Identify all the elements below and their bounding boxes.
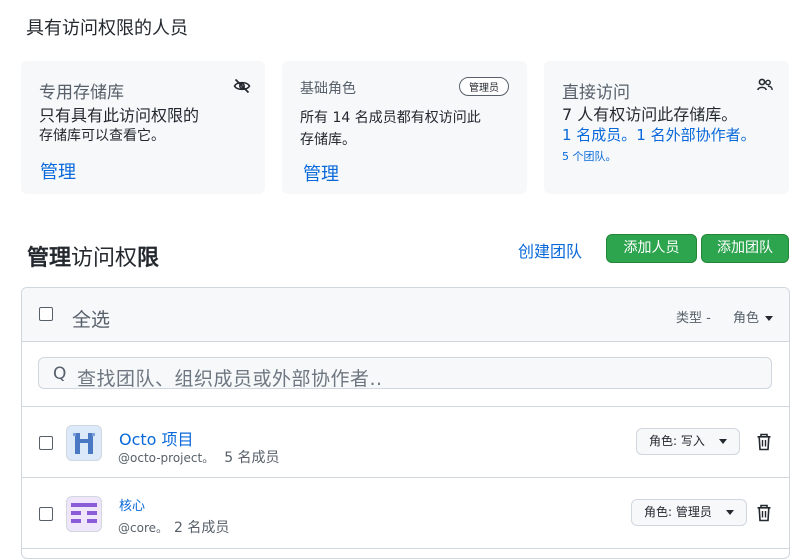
search-input[interactable]: Q 查找团队、组织成员或外部协作者..	[38, 357, 772, 390]
chevron-down-icon	[718, 439, 727, 444]
role-badge: 管理员	[459, 77, 509, 96]
card-title-base-role: 基础角色	[300, 81, 356, 97]
direct-members-link[interactable]: 1 名成员。1 名外部协作者。	[562, 125, 756, 146]
row-checkbox[interactable]	[39, 436, 53, 450]
row-checkbox[interactable]	[39, 507, 53, 521]
table-row: Octo 项目 @octo-project。 5 名成员 角色: 写入	[22, 407, 789, 478]
core-avatar	[66, 496, 102, 532]
private-desc-line1: 只有具有此访问权限的	[39, 106, 200, 125]
trash-icon[interactable]	[756, 504, 772, 522]
role-select-button[interactable]: 角色: 管理员	[631, 499, 747, 526]
add-people-button[interactable]: 添加人员	[606, 234, 697, 263]
team-handle: @core。 2 名成员	[118, 520, 230, 536]
chevron-down-icon	[725, 510, 734, 515]
team-handle: @octo-project。 5 名成员	[118, 450, 280, 466]
manage-private-link[interactable]: 管理	[40, 158, 76, 184]
trash-icon[interactable]	[756, 433, 772, 451]
team-name-link[interactable]: 核心	[119, 495, 145, 514]
select-all-checkbox[interactable]	[39, 307, 53, 321]
octo-avatar	[66, 425, 102, 461]
chevron-down-icon	[765, 316, 774, 321]
card-title-direct: 直接访问	[562, 83, 630, 103]
eye-slash-icon	[233, 78, 251, 94]
card-title-private: 专用存储库	[39, 83, 124, 103]
table-row: 核心 @core。 2 名成员 角色: 管理员	[22, 478, 789, 549]
direct-access-card: 直接访问 7 人有权访问此存储库。 1 名成员。1 名外部协作者。 5 个团队。	[544, 61, 789, 194]
type-filter[interactable]: 类型 -	[676, 307, 711, 326]
direct-teams-link[interactable]: 5 个团队。	[562, 146, 756, 167]
direct-desc-line1: 7 人有权访问此存储库。	[562, 105, 738, 124]
private-desc-line2: 存储库可以查看它。	[39, 128, 165, 144]
manage-base-role-link[interactable]: 管理	[303, 160, 339, 186]
people-icon	[757, 78, 773, 91]
search-placeholder: 查找团队、组织成员或外部协作者..	[77, 368, 383, 390]
search-icon: Q	[53, 364, 67, 384]
search-row: Q 查找团队、组织成员或外部协作者..	[22, 342, 789, 407]
role-filter[interactable]: 角色	[733, 307, 774, 326]
access-list: 全选 类型 - 角色 Q 查找团队、组织成员或外部协作者.. Octo 项目 @…	[21, 287, 790, 559]
list-header: 全选 类型 - 角色	[22, 288, 789, 342]
manage-access-title: 管理访问权限	[27, 246, 160, 271]
private-repo-card: 专用存储库 只有具有此访问权限的 存储库可以查看它。 管理	[21, 61, 265, 194]
base-role-card: 基础角色 管理员 所有 14 名成员都有权访问此 存储库。 管理	[282, 61, 527, 194]
base-role-desc-line2: 存储库。	[300, 132, 356, 148]
page-title: 具有访问权限的人员	[26, 18, 188, 39]
create-team-link[interactable]: 创建团队	[518, 238, 582, 262]
add-team-button[interactable]: 添加团队	[701, 234, 789, 263]
select-all-label: 全选	[72, 309, 111, 331]
role-select-button[interactable]: 角色: 写入	[636, 428, 740, 455]
base-role-desc-line1: 所有 14 名成员都有权访问此	[300, 110, 481, 126]
